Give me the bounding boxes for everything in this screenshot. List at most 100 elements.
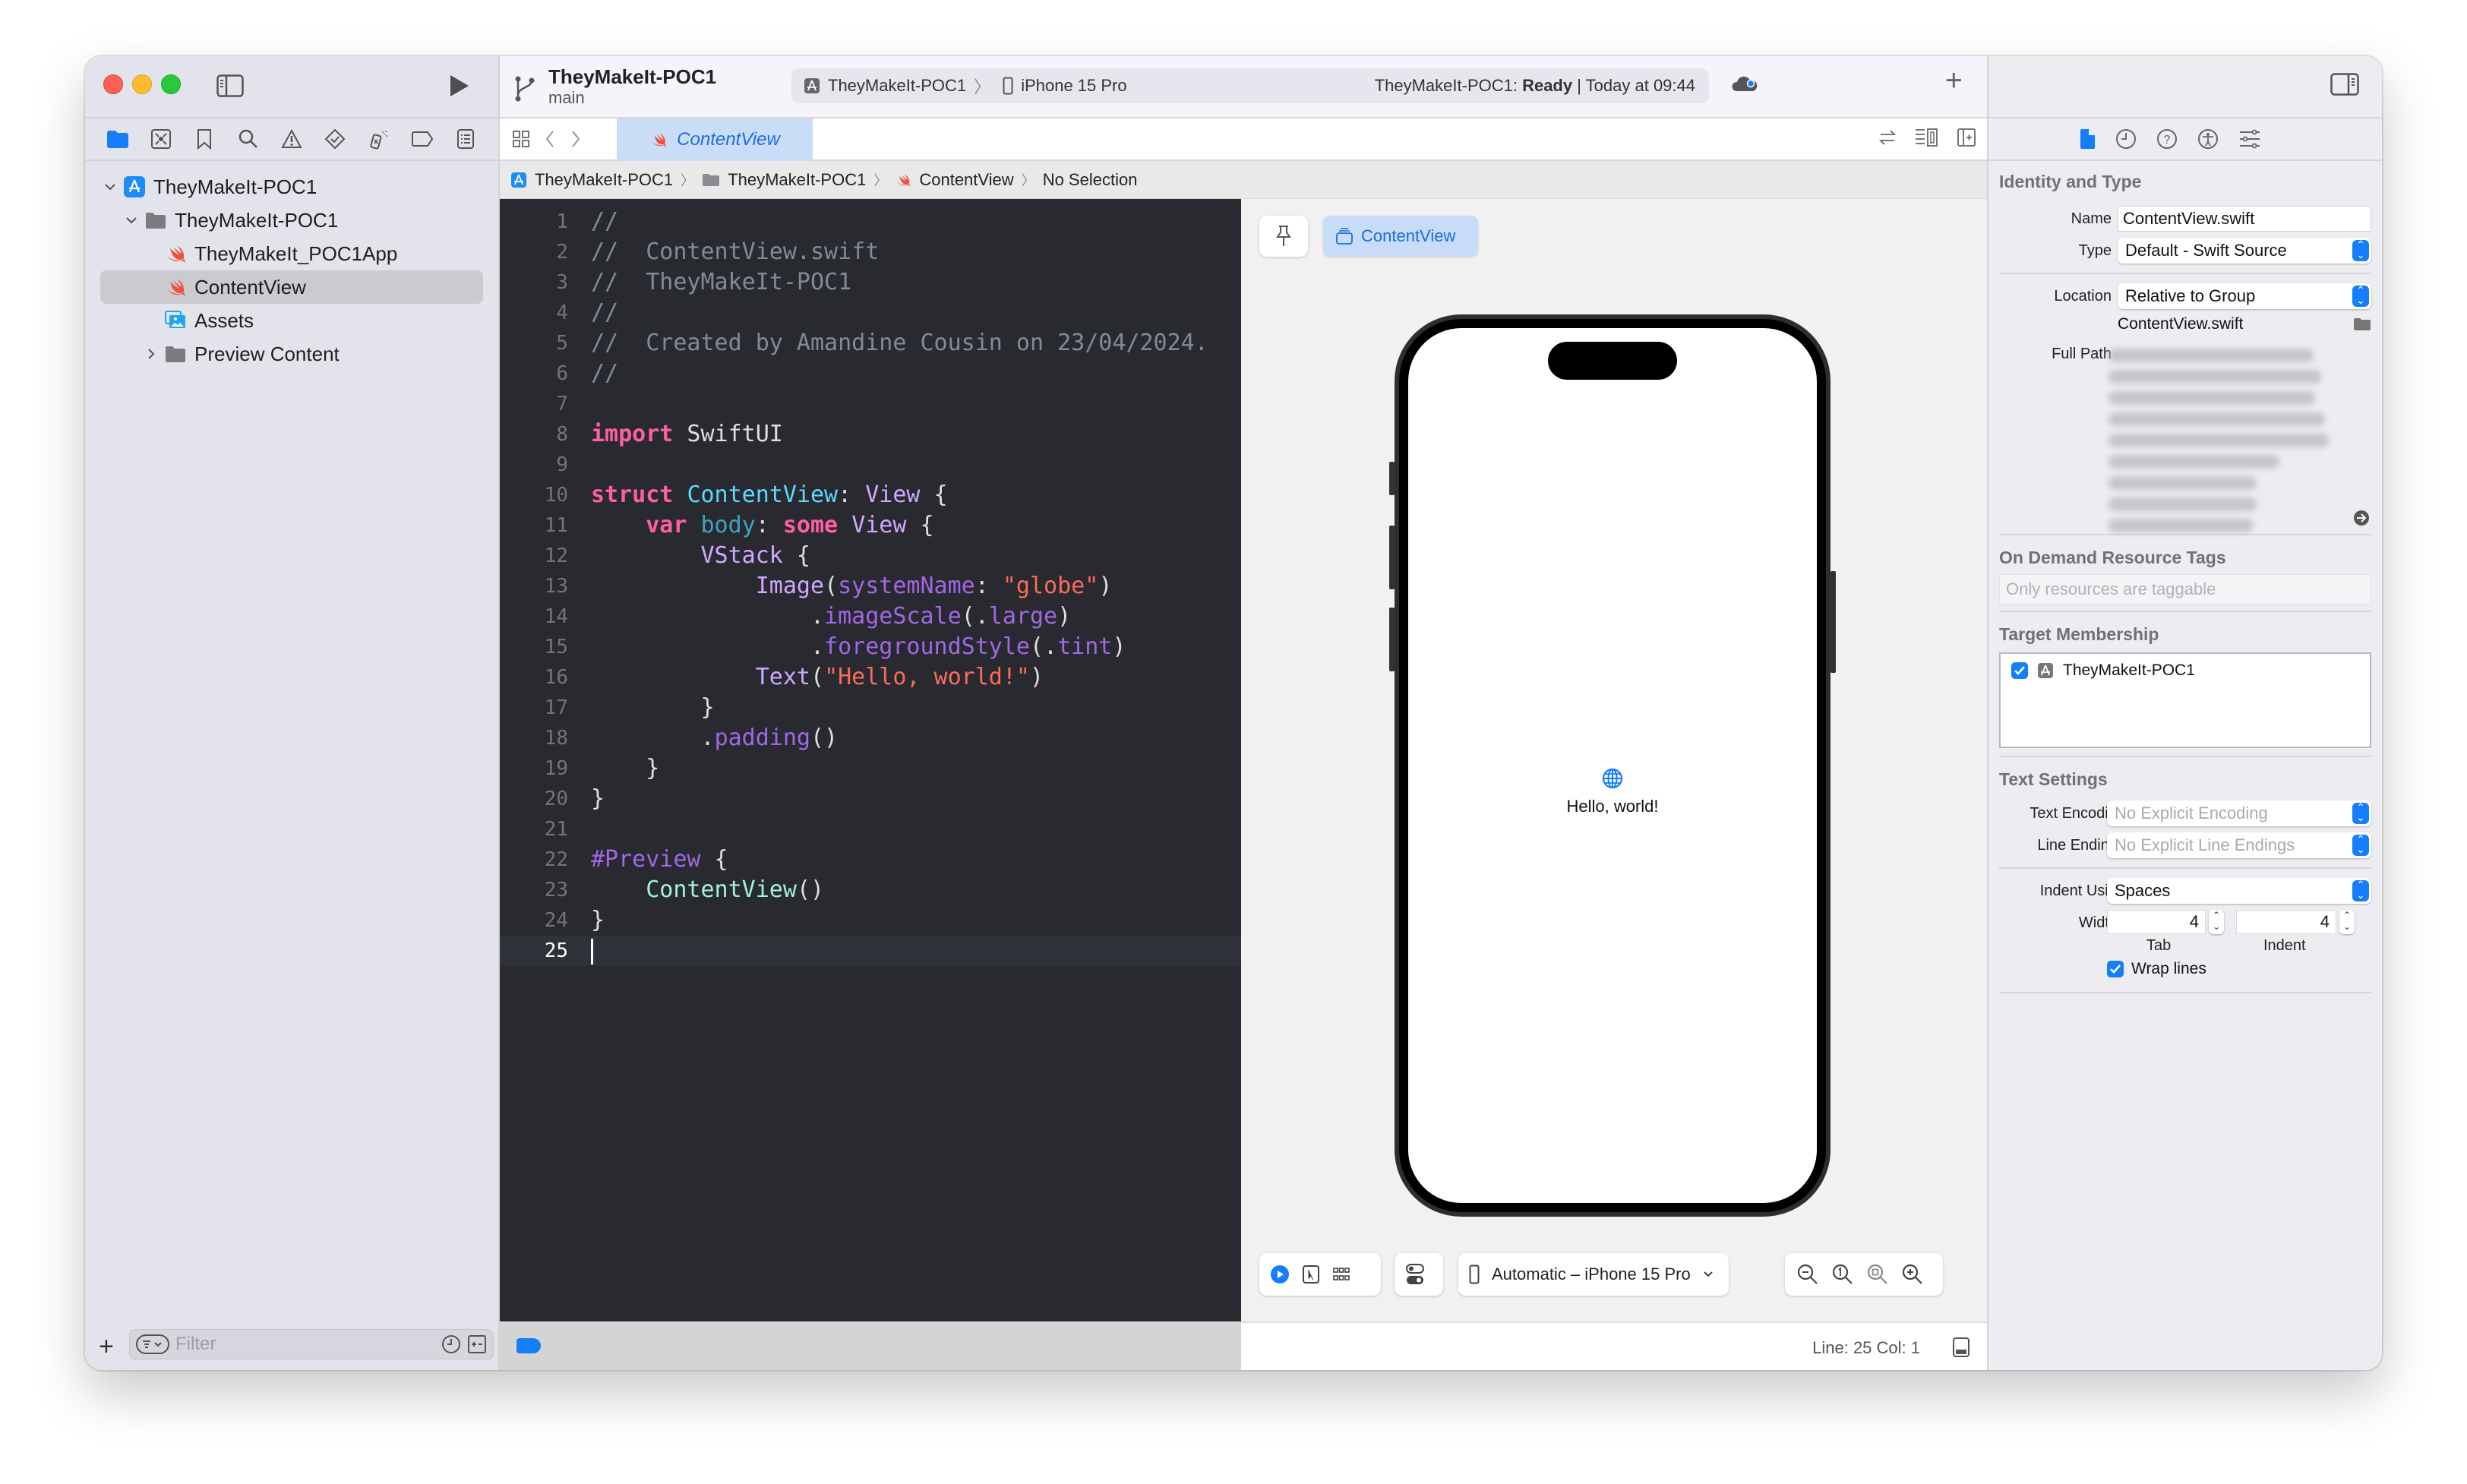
code-line[interactable]: 17 }	[500, 693, 1241, 723]
chevron-down-icon[interactable]	[125, 213, 138, 227]
chevron-right-icon[interactable]	[144, 347, 158, 361]
location-popup[interactable]: Relative to Group ⌃ ⌄	[2118, 283, 2371, 309]
code-line[interactable]: 5 // Created by Amandine Cousin on 23/04/…	[500, 328, 1241, 358]
variants-grid-icon[interactable]	[1332, 1265, 1350, 1284]
history-clock-icon[interactable]	[2115, 128, 2137, 150]
code-line[interactable]: 21	[500, 814, 1241, 845]
code-line[interactable]: 3 // TheyMakeIt-POC1	[500, 267, 1241, 298]
tab-find[interactable]	[235, 126, 261, 152]
cloud-sync-icon[interactable]	[1732, 73, 1758, 96]
code-line[interactable]: 11 var body: some View {	[500, 510, 1241, 541]
forward-chevron-icon[interactable]	[570, 129, 582, 149]
code-line[interactable]: 20}	[500, 784, 1241, 814]
source-control-filter-icon[interactable]	[467, 1334, 487, 1354]
name-field[interactable]: ContentView.swift	[2118, 206, 2371, 232]
run-button[interactable]	[448, 73, 471, 99]
back-chevron-icon[interactable]	[544, 129, 556, 149]
add-editor-button[interactable]: +	[1945, 65, 1963, 96]
jumpbar-project[interactable]: TheyMakeIt-POC1	[535, 170, 673, 190]
code-line[interactable]: 6 //	[500, 358, 1241, 389]
attributes-sliders-icon[interactable]	[2238, 128, 2261, 150]
scheme-selector[interactable]: TheyMakeIt-POC1 〉	[804, 74, 990, 98]
grid-related-items-icon[interactable]	[512, 130, 530, 148]
code-line[interactable]: 24}	[500, 905, 1241, 936]
tree-item-preview-content[interactable]: Preview Content	[85, 337, 498, 371]
tab-project-navigator[interactable]	[105, 126, 131, 152]
filter-options-button[interactable]	[136, 1334, 169, 1354]
add-editor-right-icon[interactable]	[1957, 128, 1976, 147]
file-inspector-icon[interactable]	[2079, 128, 2096, 150]
minimize-window-button[interactable]	[132, 74, 152, 94]
reveal-in-finder-icon[interactable]	[2353, 510, 2370, 526]
code-line[interactable]: 16 Text("Hello, world!")	[500, 662, 1241, 693]
tree-item-project[interactable]: TheyMakeIt-POC1	[85, 170, 498, 204]
odr-tags-field[interactable]: Only resources are taggable	[1999, 574, 2371, 605]
code-line[interactable]: 4 //	[500, 298, 1241, 328]
code-line[interactable]: 7	[500, 389, 1241, 419]
quick-help-icon[interactable]: ?	[2156, 128, 2178, 150]
add-file-button[interactable]: +	[99, 1334, 114, 1359]
show-debug-area-icon[interactable]	[1952, 1337, 1970, 1358]
tab-issues[interactable]	[279, 126, 305, 152]
target-checkbox[interactable]	[2011, 662, 2028, 679]
code-line[interactable]: 14 .imageScale(.large)	[500, 601, 1241, 632]
wrap-lines-checkbox[interactable]	[2107, 961, 2124, 977]
source-editor[interactable]: 1 // 2 // ContentView.swift 3 // TheyMakeIt-P…	[500, 199, 1241, 1321]
code-line[interactable]: 12 VStack {	[500, 541, 1241, 571]
wrap-lines-toggle[interactable]: Wrap lines	[2107, 960, 2206, 978]
jumpbar-symbol[interactable]: No Selection	[1043, 170, 1138, 190]
swap-arrows-icon[interactable]	[1878, 128, 1897, 147]
tree-item-app-file[interactable]: TheyMakeIt_POC1App	[85, 237, 498, 270]
selectable-mode-icon[interactable]	[1302, 1265, 1320, 1284]
encoding-popup[interactable]: No Explicit Encoding ⌃ ⌄	[2107, 800, 2371, 826]
tree-item-contentview[interactable]: ContentView	[100, 270, 483, 304]
indent-width-stepper[interactable]: ⌃ ⌄	[2339, 910, 2355, 934]
zoom-in-icon[interactable]	[1900, 1262, 1925, 1287]
tab-bookmarks[interactable]	[191, 126, 217, 152]
tab-breakpoints[interactable]	[409, 126, 435, 152]
chevron-down-icon[interactable]	[103, 180, 117, 194]
code-line[interactable]: 25	[500, 936, 1241, 966]
navigator-filter-field[interactable]: Filter	[129, 1329, 494, 1359]
tab-contentview[interactable]: ContentView	[617, 118, 813, 161]
hide-navigator-button[interactable]	[216, 74, 244, 97]
tab-reports[interactable]	[453, 126, 479, 152]
target-row[interactable]: TheyMakeIt-POC1	[2011, 661, 2195, 680]
code-line[interactable]: 9	[500, 450, 1241, 480]
accessibility-icon[interactable]	[2197, 128, 2219, 150]
code-line[interactable]: 23 ContentView()	[500, 875, 1241, 905]
zoom-actual-size-icon[interactable]	[1831, 1262, 1855, 1287]
choose-folder-icon[interactable]	[2353, 317, 2371, 332]
destination-selector[interactable]: iPhone 15 Pro	[1003, 76, 1127, 96]
code-line[interactable]: 18 .padding()	[500, 723, 1241, 753]
indent-width-field[interactable]: 4	[2236, 910, 2336, 934]
zoom-to-fit-icon[interactable]	[1865, 1262, 1890, 1287]
code-line[interactable]: 22 #Preview {	[500, 845, 1241, 875]
tab-width-field[interactable]: 4	[2107, 910, 2206, 934]
git-branch-icon[interactable]	[513, 73, 536, 103]
zoom-window-button[interactable]	[161, 74, 181, 94]
tree-item-assets[interactable]: Assets	[85, 304, 498, 337]
editor-options-icon[interactable]	[1914, 128, 1940, 147]
canvas-settings-button[interactable]	[1395, 1253, 1443, 1296]
recent-files-clock-icon[interactable]	[441, 1334, 461, 1354]
code-line[interactable]: 8 import SwiftUI	[500, 419, 1241, 450]
zoom-out-icon[interactable]	[1796, 1262, 1820, 1287]
code-line[interactable]: 2 // ContentView.swift	[500, 237, 1241, 267]
code-line[interactable]: 19 }	[500, 753, 1241, 784]
code-line[interactable]: 10 struct ContentView: View {	[500, 480, 1241, 510]
tab-tests[interactable]	[322, 126, 348, 152]
jumpbar-file[interactable]: ContentView	[919, 170, 1013, 190]
tab-width-stepper[interactable]: ⌃ ⌄	[2209, 910, 2224, 934]
device-selector[interactable]: Automatic – iPhone 15 Pro	[1458, 1253, 1729, 1296]
type-popup[interactable]: Default - Swift Source ⌃ ⌄	[2118, 238, 2371, 264]
code-line[interactable]: 13 Image(systemName: "globe")	[500, 571, 1241, 601]
hide-inspector-button[interactable]	[2330, 73, 2359, 96]
tab-source-control[interactable]	[148, 126, 174, 152]
tab-debug[interactable]	[366, 126, 392, 152]
line-endings-popup[interactable]: No Explicit Line Endings ⌃ ⌄	[2107, 832, 2371, 858]
close-window-button[interactable]	[103, 74, 123, 94]
indent-using-popup[interactable]: Spaces ⌃ ⌄	[2107, 878, 2371, 904]
code-line[interactable]: 1 //	[500, 207, 1241, 237]
live-preview-icon[interactable]	[1270, 1265, 1290, 1284]
